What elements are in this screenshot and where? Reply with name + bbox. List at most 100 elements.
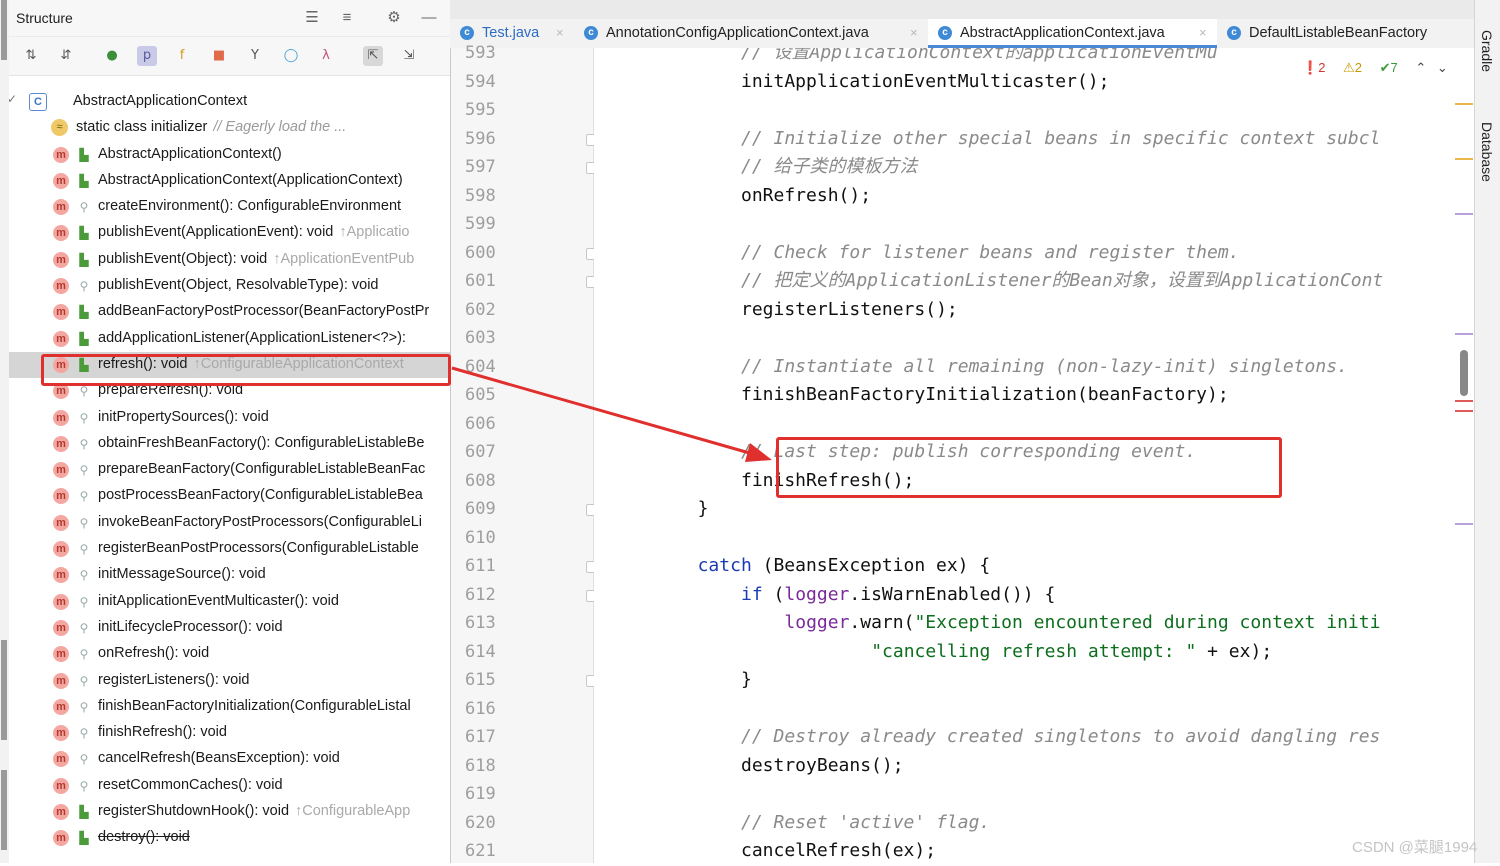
chevron-down-icon[interactable]: ⌄	[1437, 60, 1448, 75]
tree-item[interactable]: m ⚲ invokeBeanFactoryPostProcessors(Config…	[9, 510, 450, 536]
initializer-icon: ≈	[51, 119, 68, 137]
right-tool-strip: Gradle Database	[1474, 0, 1500, 863]
line-number: 594	[465, 71, 496, 92]
tree-item-label: static class initializer // Eagerly load …	[76, 119, 346, 135]
method-icon: m	[53, 830, 69, 847]
close-icon[interactable]: ×	[1199, 25, 1207, 40]
structure-header: Structure ☰ ≡ ⚙ —	[9, 0, 450, 37]
tree-item[interactable]: m ▙ refresh(): void ↑ConfigurableApplicatio…	[9, 351, 450, 379]
show-inherited-icon[interactable]: ●	[102, 46, 122, 66]
show-lambdas-icon[interactable]: Y	[245, 46, 265, 66]
tree-item-text: registerListeners(): void	[98, 671, 250, 688]
method-icon: m	[53, 698, 69, 715]
show-properties-icon[interactable]: p	[137, 46, 157, 66]
tree-item[interactable]: m ⚲ registerBeanPostProcessors(Configurabl…	[9, 536, 450, 562]
method-icon: m	[53, 488, 69, 505]
database-tool-button[interactable]: Database	[1479, 122, 1495, 182]
sort-by-visibility-icon[interactable]: ⇅	[21, 46, 41, 66]
line-number: 599	[465, 214, 496, 234]
editor-tab[interactable]: c AnnotationConfigApplicationContext.java…	[574, 19, 928, 48]
editor-tab[interactable]: cDefaultListableBeanFactory⌄	[1217, 19, 1474, 48]
tree-item[interactable]: m ⚲ initLifecycleProcessor(): void	[9, 615, 450, 641]
code-token: }	[697, 498, 709, 519]
tree-item[interactable]: m ⚲ initApplicationEventMulticaster(): voi…	[9, 589, 450, 615]
tree-item[interactable]: m ⚲ prepareBeanFactory(ConfigurableListabl…	[9, 457, 450, 483]
code-line: // Check for listener beans and register…	[741, 239, 1240, 268]
autoscroll-to-source-icon[interactable]: ⇱	[363, 46, 383, 66]
tree-item[interactable]: m ⚲ registerListeners(): void	[9, 668, 450, 694]
gradle-tool-button[interactable]: Gradle	[1479, 30, 1495, 72]
warning-count: ⚠2	[1343, 60, 1362, 75]
tree-item[interactable]: m ▙ publishEvent(Object): void ↑Application…	[9, 247, 450, 273]
code-token: // 设置ApplicationContext的applicationEvent…	[741, 48, 1218, 63]
code-token: (BeansException ex) {	[751, 555, 991, 576]
show-fields-icon[interactable]: f	[172, 46, 192, 66]
tree-item[interactable]: m ⚲ initPropertySources(): void	[9, 405, 450, 431]
tree-item[interactable]: m ▙ AbstractApplicationContext()	[9, 142, 450, 168]
method-icon: m	[53, 672, 69, 689]
close-icon[interactable]: ×	[910, 25, 918, 40]
tree-item[interactable]: m ⚲ prepareRefresh(): void	[9, 378, 450, 404]
chevron-down-icon[interactable]: ✓	[9, 92, 17, 106]
code-line: catch (BeansException ex) {	[698, 552, 991, 581]
collapse-all-icon[interactable]: ≡	[337, 8, 357, 28]
method-icon: m	[53, 383, 69, 400]
tree-item[interactable]: m ▙ addApplicationListener(ApplicationList…	[9, 326, 450, 352]
show-lambda-icon[interactable]: λ	[316, 46, 336, 66]
tree-item[interactable]: m ▙ destroy(): void	[9, 825, 450, 851]
left-strip-mark	[1, 770, 7, 850]
line-number: 596	[465, 128, 496, 149]
autoscroll-from-source-icon[interactable]: ⇲	[399, 46, 419, 66]
show-anonymous-icon[interactable]: ◯	[281, 46, 301, 66]
code-editor[interactable]: // 设置ApplicationContext的applicationEvent…	[594, 48, 1474, 863]
tree-item[interactable]: m ▙ AbstractApplicationContext(Application…	[9, 168, 450, 194]
editor-tab[interactable]: c AbstractApplicationContext.java ×	[928, 19, 1217, 48]
tree-item[interactable]: m ▙ publishEvent(ApplicationEvent): void ↑A…	[9, 220, 450, 246]
scrollbar-thumb[interactable]	[1460, 350, 1468, 396]
tree-item[interactable]: m ⚲ initMessageSource(): void	[9, 562, 450, 588]
tree-item[interactable]: m ⚲ finishBeanFactoryInitialization(Config…	[9, 694, 450, 720]
inspection-widget[interactable]: ❗2 ⚠2 ✔7 ⌃ ⌄	[1302, 60, 1455, 80]
code-line: logger.warn("Exception encountered durin…	[784, 609, 1380, 638]
expand-all-icon[interactable]: ☰	[302, 8, 322, 28]
tree-item[interactable]: m ▙ registerShutdownHook(): void ↑Configura…	[9, 799, 450, 825]
gear-icon[interactable]: ⚙	[384, 8, 404, 28]
method-icon: m	[53, 514, 69, 531]
tree-items: ≈ static class initializer // Eagerly load…	[9, 115, 450, 851]
close-icon[interactable]: ×	[556, 25, 564, 40]
tree-item[interactable]: m ⚲ createEnvironment(): ConfigurableEnvir…	[9, 194, 450, 220]
tree-item[interactable]: m ⚲ finishRefresh(): void	[9, 720, 450, 746]
line-number: 593	[465, 43, 496, 63]
tree-item[interactable]: m ⚲ resetCommonCaches(): void	[9, 773, 450, 799]
sort-alphabetically-icon[interactable]: ⇵	[56, 46, 76, 66]
tree-item-text: publishEvent(ApplicationEvent): void	[98, 224, 334, 241]
code-token: // Initialize other special beans in spe…	[741, 127, 1381, 149]
public-icon: ▙	[79, 831, 89, 846]
tree-root[interactable]: ✓ C AbstractApplicationContext	[9, 89, 450, 115]
tree-item[interactable]: m ⚲ obtainFreshBeanFactory(): Configurable…	[9, 431, 450, 457]
tree-item[interactable]: m ⚲ cancelRefresh(BeansException): void	[9, 746, 450, 772]
tree-item[interactable]: ≈ static class initializer // Eagerly load…	[9, 115, 450, 141]
tree-item-label: initMessageSource(): void	[98, 566, 266, 582]
tree-item[interactable]: m ⚲ postProcessBeanFactory(ConfigurableLis…	[9, 483, 450, 509]
left-strip-mark	[1, 0, 7, 60]
code-line: }	[698, 495, 709, 524]
tree-item-hint: ↑ConfigurableApplicationContext	[193, 355, 404, 372]
tree-item[interactable]: m ⚲ onRefresh(): void	[9, 641, 450, 667]
show-non-public-icon[interactable]: ■	[209, 46, 229, 66]
tree-item[interactable]: m ⚲ publishEvent(Object, ResolvableType): …	[9, 273, 450, 299]
method-icon: m	[53, 251, 69, 268]
code-line: onRefresh();	[741, 182, 871, 211]
editor-scrollbar[interactable]	[1455, 48, 1473, 863]
code-line: finishBeanFactoryInitialization(beanFact…	[741, 381, 1229, 410]
method-icon: m	[53, 567, 69, 584]
code-token: // Check for listener beans and register…	[741, 241, 1240, 263]
chevron-up-icon[interactable]: ⌃	[1415, 60, 1426, 75]
line-number: 620	[465, 812, 496, 833]
warning-count-value: 2	[1354, 60, 1362, 75]
line-number: 600	[465, 242, 496, 263]
tree-item[interactable]: m ▙ addBeanFactoryPostProcessor(BeanFactor…	[9, 299, 450, 325]
hide-icon[interactable]: —	[419, 8, 439, 28]
tab-label: AnnotationConfigApplicationContext.java	[606, 25, 869, 41]
tree-item-text: static class initializer	[76, 119, 208, 136]
